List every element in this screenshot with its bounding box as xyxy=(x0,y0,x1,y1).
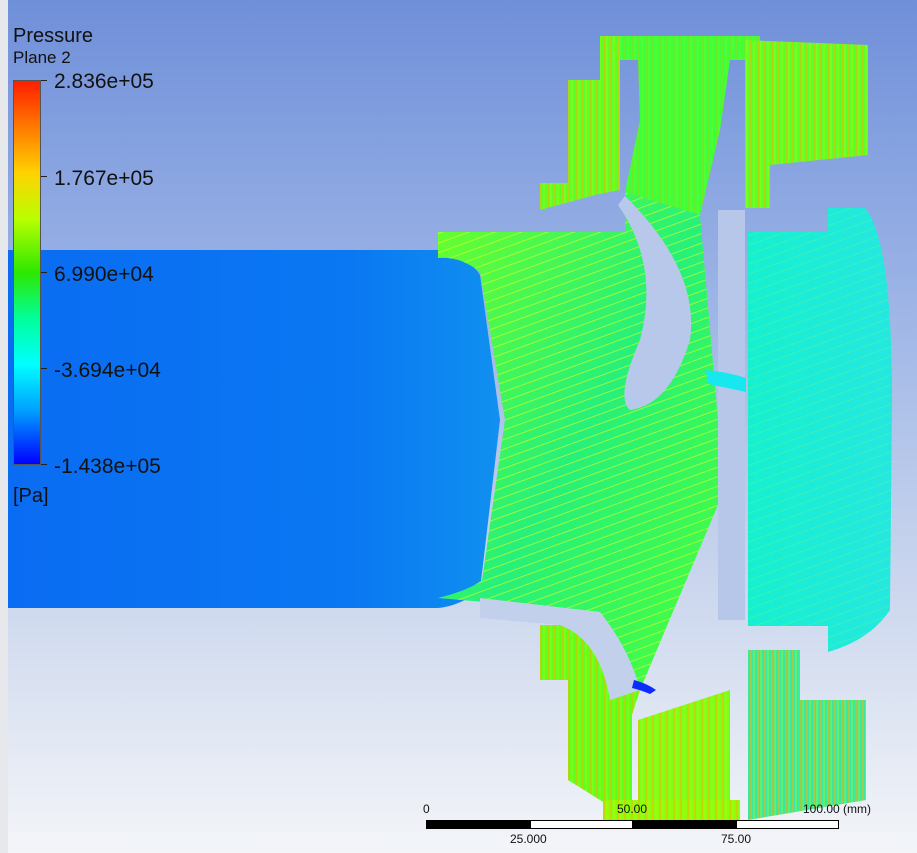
pressure-contour-scene xyxy=(8,36,892,826)
legend-unit: [Pa] xyxy=(13,485,49,507)
scale-bar-label: 50.00 xyxy=(617,802,648,816)
scale-bar-segment xyxy=(633,820,736,829)
legend-tick-label: 2.836e+05 xyxy=(54,70,154,93)
legend-tick-label: 1.767e+05 xyxy=(54,167,154,190)
scale-bar xyxy=(426,820,839,829)
scale-bar-label: 0 xyxy=(423,802,430,816)
scale-bar-segment xyxy=(530,820,633,829)
impeller-shroud-gap xyxy=(718,210,745,620)
legend-tick-label: 6.990e+04 xyxy=(54,263,154,286)
legend-tick-label: -1.438e+05 xyxy=(54,455,161,478)
inlet-pipe-region xyxy=(8,250,500,608)
scale-bar-label: 75.00 xyxy=(721,832,752,846)
pressure-colorbar xyxy=(13,80,41,465)
legend-subtitle: Plane 2 xyxy=(13,48,71,67)
scale-bar-label: 25.000 xyxy=(510,832,547,846)
scale-bar-segment xyxy=(736,820,839,829)
legend-tick xyxy=(41,368,47,369)
legend-tick xyxy=(41,272,47,273)
legend-tick xyxy=(41,176,47,177)
legend-tick-label: -3.694e+04 xyxy=(54,359,161,382)
scale-bar-segment xyxy=(426,820,530,829)
legend-tick xyxy=(41,80,47,81)
graphics-viewport[interactable]: Pressure Plane 2 2.836e+05 1.767e+05 6.9… xyxy=(0,0,917,853)
legend-tick xyxy=(41,464,47,465)
legend-title: Pressure xyxy=(13,25,94,47)
scale-bar-label: 100.00 (mm) xyxy=(803,802,872,816)
